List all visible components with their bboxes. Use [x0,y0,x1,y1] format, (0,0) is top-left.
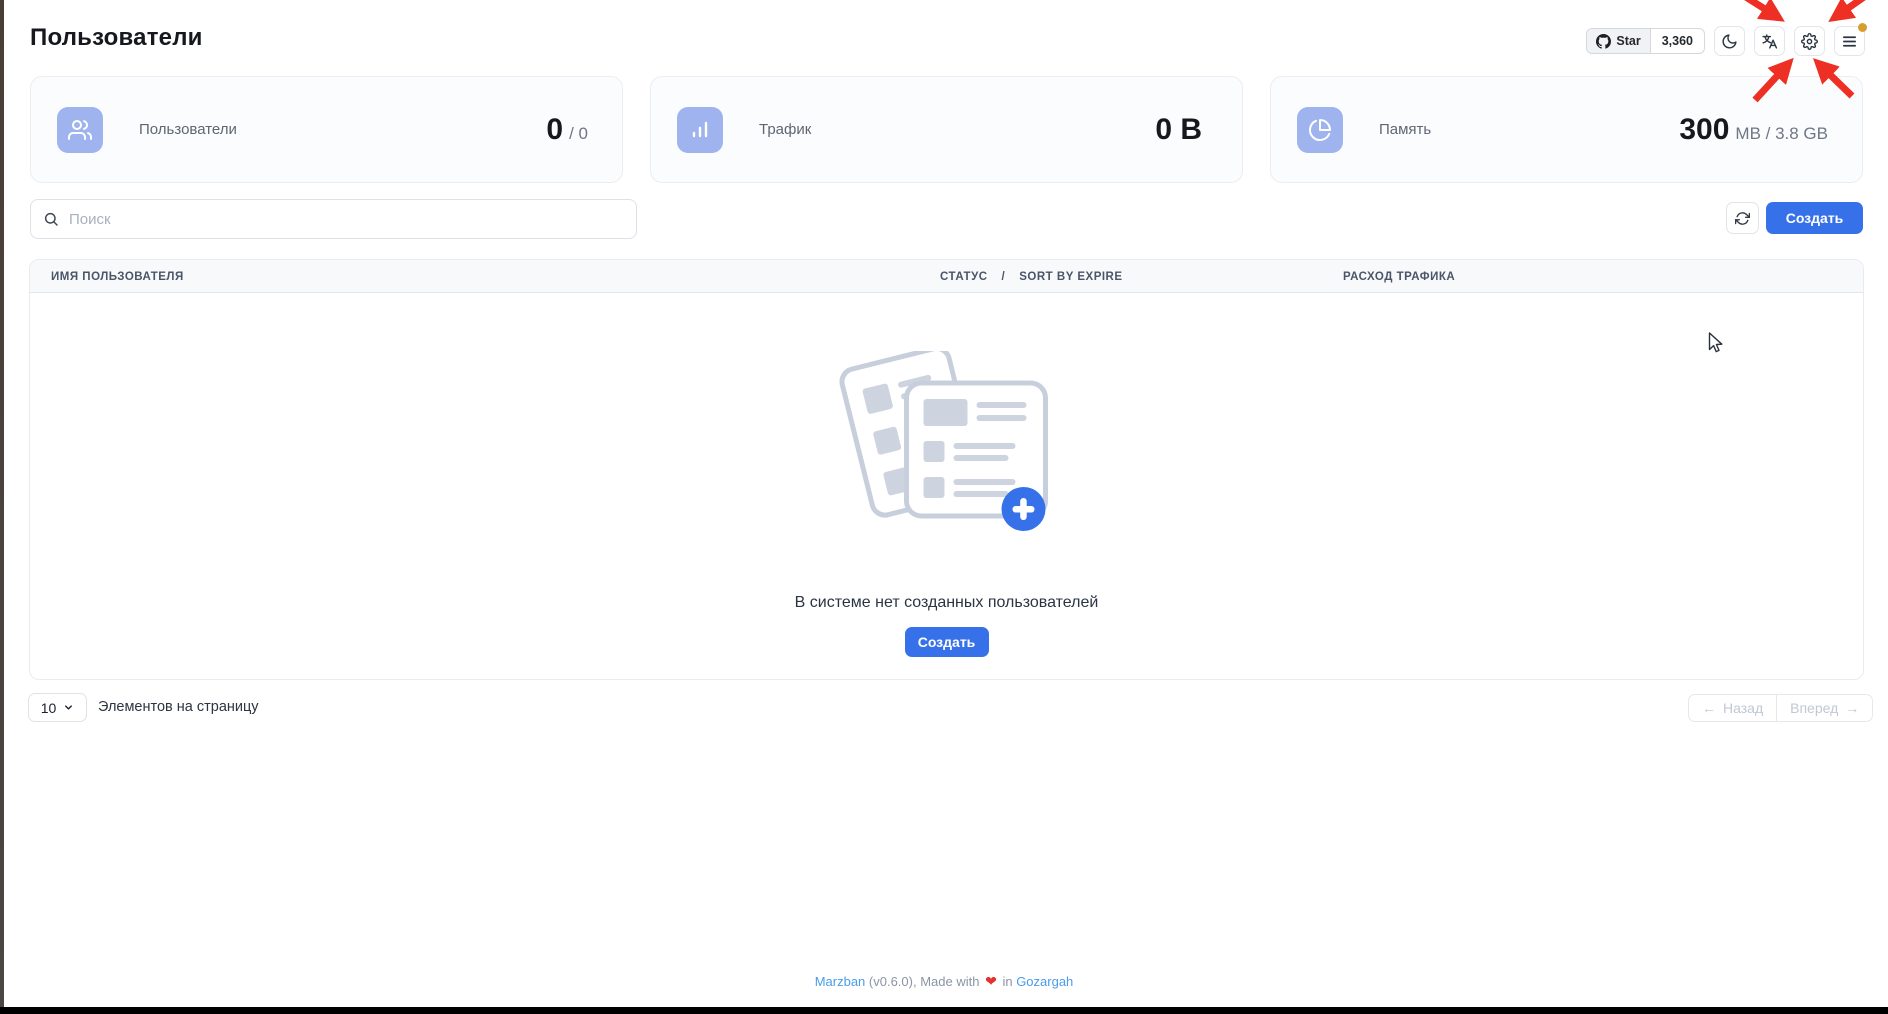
footer-org-link[interactable]: Gozargah [1016,974,1073,989]
heart-icon: ❤ [983,973,999,989]
github-star-segment[interactable]: Star [1587,29,1650,53]
empty-state-create-button[interactable]: Создать [905,627,989,657]
table-header-row: ИМЯ ПОЛЬЗОВАТЕЛЯ СТАТУС / SORT BY EXPIRE… [30,260,1863,293]
column-header-status[interactable]: СТАТУС / SORT BY EXPIRE [940,260,1123,293]
github-star-count[interactable]: 3,360 [1651,29,1704,53]
stat-value: 300MB / 3.8 GB [1679,113,1828,147]
empty-documents-illustration [839,351,1054,538]
chevron-down-icon [63,702,74,713]
per-page-label: Элементов на страницу [98,699,259,715]
add-user-plus-icon [1001,487,1045,531]
memory-icon [1297,107,1343,153]
search-icon [43,211,59,227]
language-button[interactable] [1754,26,1785,56]
footer-in-text: in [1002,974,1012,989]
stat-value: 0 B [1155,113,1208,147]
status-header-label[interactable]: СТАТУС [940,271,988,283]
pagination-nav: ← Назад Вперед → [1688,694,1873,722]
empty-state: В системе нет созданных пользователей Со… [30,293,1863,680]
stat-label: Пользователи [139,121,237,138]
notification-dot [1858,23,1867,32]
left-arrow-icon: ← [1702,700,1716,716]
empty-state-message: В системе нет созданных пользователей [30,594,1863,612]
search-input[interactable] [69,211,624,228]
stat-unit: MB / 3.8 GB [1735,124,1828,143]
sort-by-expire-label[interactable]: SORT BY EXPIRE [1019,271,1122,283]
right-arrow-icon: → [1845,700,1859,716]
page-title: Пользователи [30,24,203,52]
traffic-icon [677,107,723,153]
users-table: ИМЯ ПОЛЬЗОВАТЕЛЯ СТАТУС / SORT BY EXPIRE… [29,259,1864,680]
column-header-traffic[interactable]: РАСХОД ТРАФИКА [1343,260,1455,293]
stat-cards: Пользователи 0/ 0 Трафик 0 B Память 300M… [30,76,1863,183]
window-bottom-edge [0,1007,1888,1014]
gear-icon [1801,33,1818,50]
column-header-username[interactable]: ИМЯ ПОЛЬЗОВАТЕЛЯ [51,260,184,293]
header-separator: / [1002,271,1006,283]
settings-button[interactable] [1794,26,1825,56]
page-size-value: 10 [41,700,57,716]
page-size-select[interactable]: 10 [28,693,87,722]
next-label: Вперед [1790,700,1838,716]
stat-card-users: Пользователи 0/ 0 [30,76,623,183]
prev-page-button[interactable]: ← Назад [1688,694,1776,722]
language-icon [1761,33,1778,50]
stat-card-memory: Память 300MB / 3.8 GB [1270,76,1863,183]
moon-icon [1721,33,1738,50]
users-icon [57,107,103,153]
refresh-button[interactable] [1726,202,1759,234]
stat-label: Память [1379,121,1431,138]
stat-value: 0/ 0 [546,113,588,147]
window-left-edge [0,0,4,1014]
footer-brand-link[interactable]: Marzban [815,974,866,989]
refresh-icon [1735,211,1750,226]
topbar-controls: Star 3,360 [1586,26,1865,56]
dark-mode-button[interactable] [1714,26,1745,56]
stat-label: Трафик [759,121,811,138]
stat-unit: / 0 [569,124,588,143]
stat-card-traffic: Трафик 0 B [650,76,1243,183]
prev-label: Назад [1723,700,1763,716]
footer: Marzban (v0.6.0), Made with ❤ in Gozarga… [0,973,1888,990]
hamburger-icon [1841,33,1858,50]
github-star-label: Star [1616,34,1640,48]
github-star-button[interactable]: Star 3,360 [1586,28,1705,54]
search-box [30,199,637,239]
footer-text: (v0.6.0), Made with [869,974,980,989]
create-user-button[interactable]: Создать [1766,202,1863,234]
github-octocat-icon [1596,34,1611,49]
menu-button[interactable] [1834,26,1865,56]
next-page-button[interactable]: Вперед → [1776,694,1873,722]
